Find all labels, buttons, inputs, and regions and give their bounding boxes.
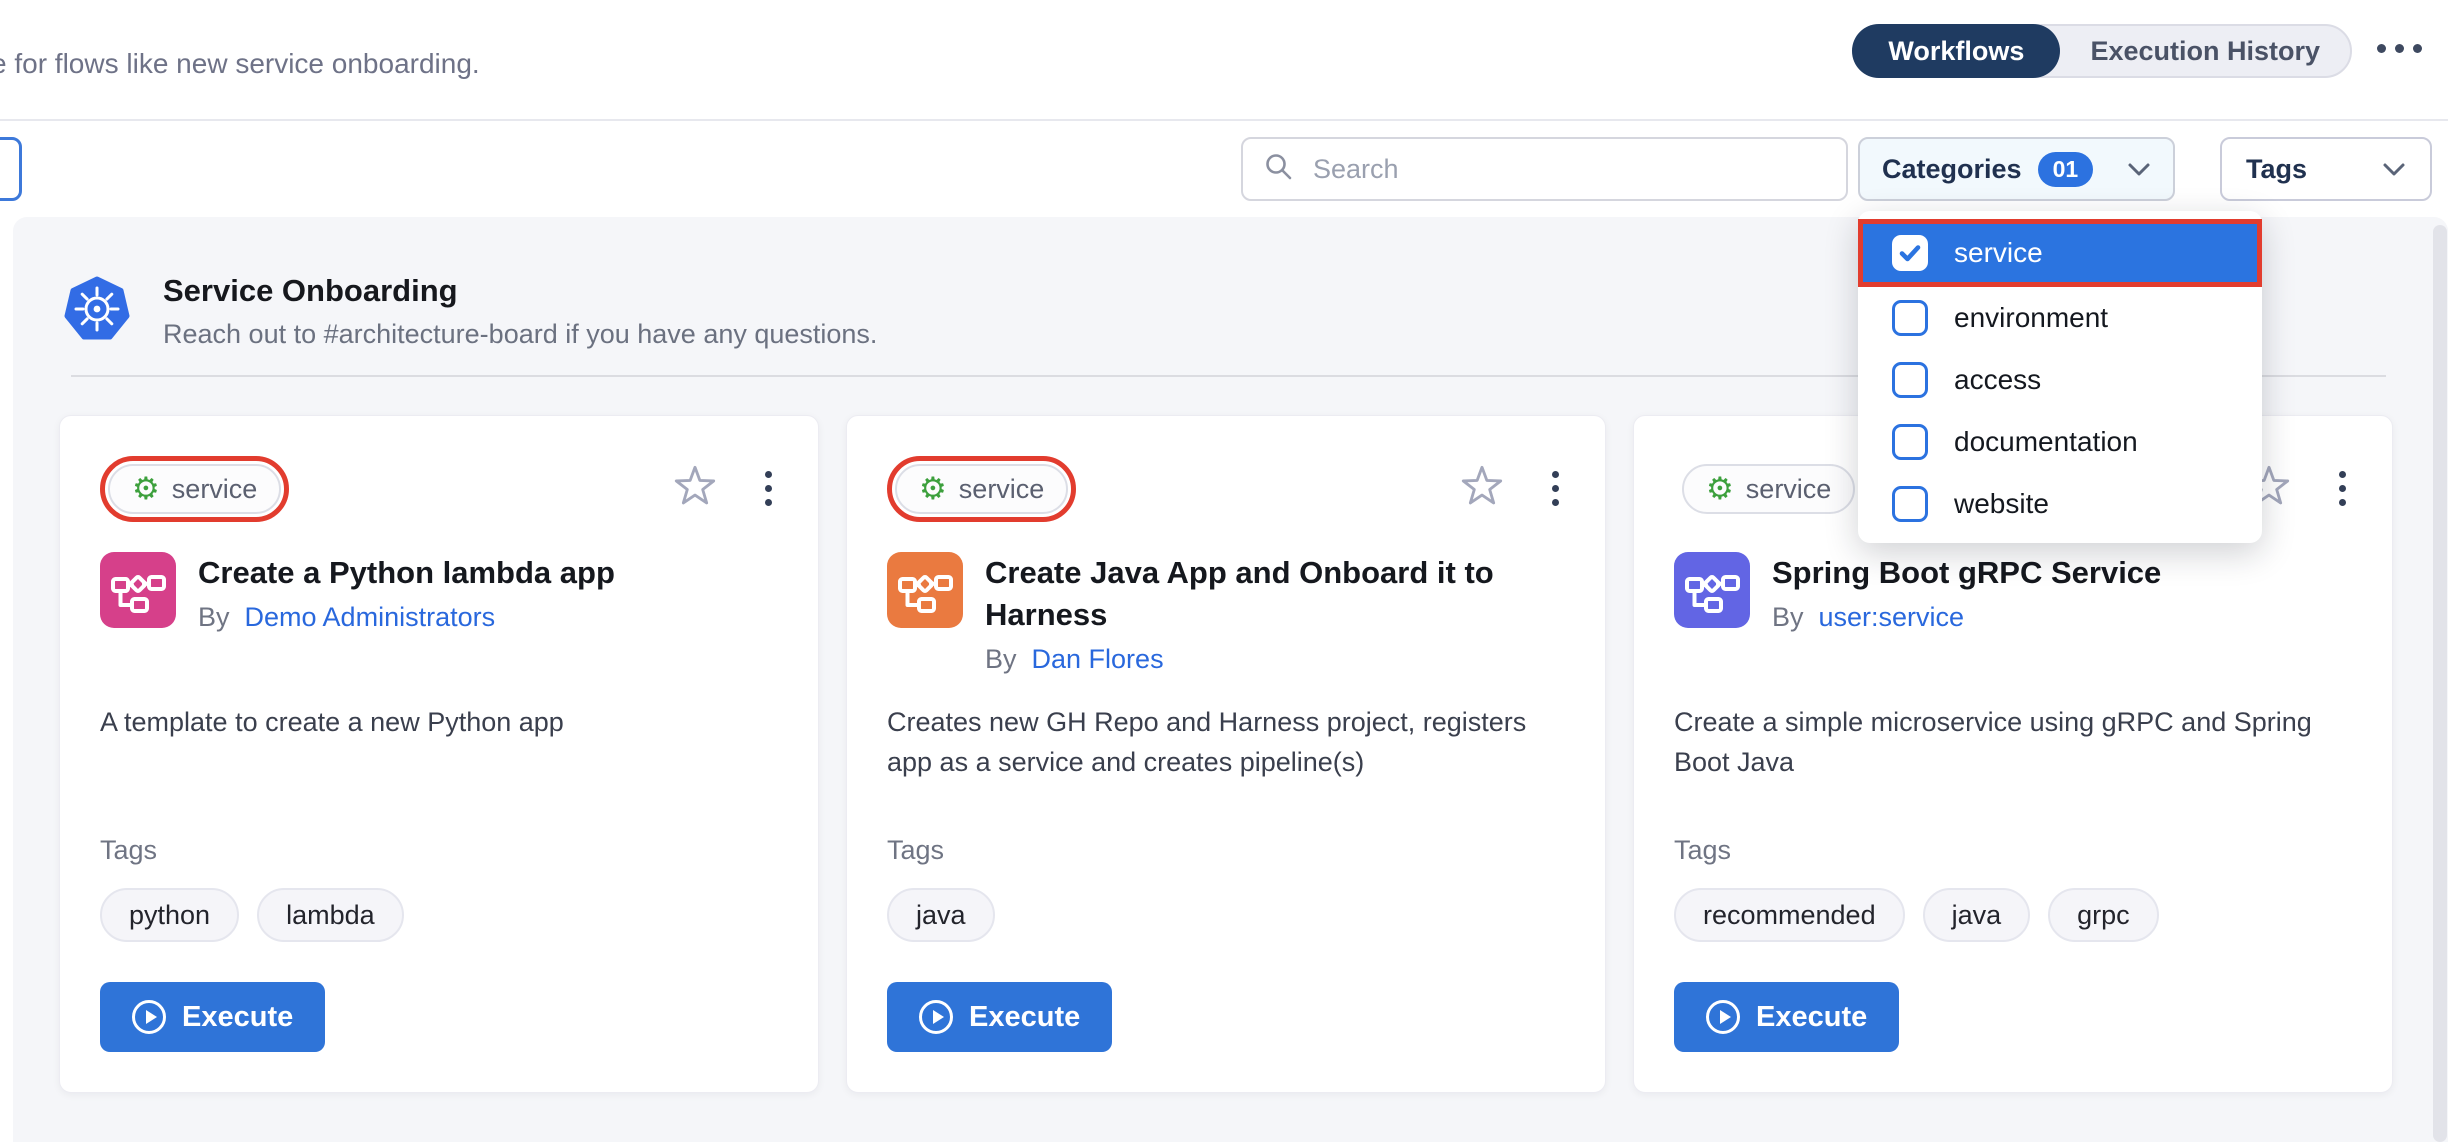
play-icon	[132, 1000, 166, 1034]
filter-toolbar: Categories 01 Tags	[0, 123, 2448, 217]
workflow-description: Create a simple microservice using gRPC …	[1674, 702, 2314, 782]
categories-filter-label: Categories	[1882, 154, 2022, 185]
tag-pill: lambda	[257, 888, 404, 942]
gear-icon: ⚙	[1706, 474, 1734, 505]
card-menu-icon[interactable]	[759, 469, 778, 508]
workflows-page: e for flows like new service onboarding.…	[0, 0, 2448, 1142]
dropdown-item-label: documentation	[1954, 426, 2138, 458]
checkbox-unchecked[interactable]	[1892, 424, 1928, 460]
vertical-scrollbar[interactable]	[2433, 225, 2447, 1142]
checkbox-checked[interactable]	[1892, 235, 1928, 271]
dropdown-item-documentation[interactable]: documentation	[1858, 411, 2262, 473]
tag-pill: grpc	[2048, 888, 2159, 942]
play-icon	[1706, 1000, 1740, 1034]
tags-filter-button[interactable]: Tags	[2220, 137, 2432, 201]
annotation-highlight: ⚙ service	[887, 456, 1076, 522]
workflow-template-icon	[887, 552, 963, 628]
page-header: e for flows like new service onboarding.…	[0, 0, 2448, 121]
checkbox-unchecked[interactable]	[1892, 300, 1928, 336]
tags-label: Tags	[1674, 835, 2352, 866]
tags-label: Tags	[887, 835, 1565, 866]
search-input-container	[1241, 137, 1848, 201]
chevron-down-icon	[2127, 162, 2151, 177]
author-link[interactable]: Dan Flores	[1032, 644, 1164, 675]
tab-execution-history[interactable]: Execution History	[2060, 26, 2350, 76]
search-input[interactable]	[1311, 153, 1826, 186]
left-edge-button[interactable]	[0, 137, 22, 201]
tab-workflows[interactable]: Workflows	[1852, 24, 2060, 78]
play-icon	[919, 1000, 953, 1034]
section-subtitle: Reach out to #architecture-board if you …	[163, 319, 877, 350]
card-menu-icon[interactable]	[2333, 469, 2352, 508]
favorite-star-icon[interactable]	[1460, 464, 1504, 513]
tag-pill: recommended	[1674, 888, 1905, 942]
dropdown-item-environment[interactable]: environment	[1858, 287, 2262, 349]
category-chip-label: service	[172, 474, 258, 505]
page-subtitle: e for flows like new service onboarding.	[0, 48, 480, 80]
workflow-description: Creates new GH Repo and Harness project,…	[887, 702, 1527, 782]
workflow-card: ⚙ service	[59, 415, 819, 1093]
view-toggle: Workflows Execution History	[1852, 24, 2352, 78]
annotation-highlight: ⚙ service	[100, 456, 289, 522]
checkbox-unchecked[interactable]	[1892, 486, 1928, 522]
categories-count-badge: 01	[2038, 152, 2094, 187]
dropdown-item-service[interactable]: service	[1858, 219, 2262, 287]
workflow-template-icon	[100, 552, 176, 628]
execute-button[interactable]: Execute	[100, 982, 325, 1052]
chip-wrap: ⚙ service	[1674, 456, 1863, 522]
tags-filter-label: Tags	[2246, 154, 2307, 185]
kubernetes-icon	[63, 275, 131, 343]
workflow-title: Create Java App and Onboard it to Harnes…	[985, 552, 1565, 636]
chevron-down-icon	[2382, 162, 2406, 177]
category-chip: ⚙ service	[895, 464, 1068, 514]
dropdown-item-label: website	[1954, 488, 2049, 520]
gear-icon: ⚙	[132, 474, 160, 505]
dropdown-item-label: access	[1954, 364, 2041, 396]
gear-icon: ⚙	[919, 474, 947, 505]
by-label: By	[198, 602, 230, 633]
dropdown-item-website[interactable]: website	[1858, 473, 2262, 535]
workflow-title: Create a Python lambda app	[198, 552, 615, 594]
author-link[interactable]: Demo Administrators	[245, 602, 496, 633]
by-label: By	[1772, 602, 1804, 633]
workflow-card: ⚙ service	[846, 415, 1606, 1093]
tags-label: Tags	[100, 835, 778, 866]
category-chip-label: service	[1746, 474, 1832, 505]
more-options-icon[interactable]	[2377, 44, 2422, 53]
tag-pill: python	[100, 888, 239, 942]
workflow-description: A template to create a new Python app	[100, 702, 740, 742]
execute-button[interactable]: Execute	[1674, 982, 1899, 1052]
category-chip: ⚙ service	[108, 464, 281, 514]
dropdown-item-access[interactable]: access	[1858, 349, 2262, 411]
workflow-title: Spring Boot gRPC Service	[1772, 552, 2161, 594]
dropdown-item-label: environment	[1954, 302, 2108, 334]
by-label: By	[985, 644, 1017, 675]
category-chip: ⚙ service	[1682, 464, 1855, 514]
author-link[interactable]: user:service	[1819, 602, 1965, 633]
checkbox-unchecked[interactable]	[1892, 362, 1928, 398]
execute-button[interactable]: Execute	[887, 982, 1112, 1052]
categories-dropdown-menu: service environment access documentation…	[1858, 211, 2262, 543]
tag-pill: java	[1923, 888, 2031, 942]
workflow-template-icon	[1674, 552, 1750, 628]
card-menu-icon[interactable]	[1546, 469, 1565, 508]
section-title: Service Onboarding	[163, 273, 458, 309]
search-icon	[1263, 151, 1295, 188]
favorite-star-icon[interactable]	[673, 464, 717, 513]
category-chip-label: service	[959, 474, 1045, 505]
dropdown-item-label: service	[1954, 237, 2043, 269]
tag-pill: java	[887, 888, 995, 942]
categories-filter-button[interactable]: Categories 01	[1858, 137, 2175, 201]
